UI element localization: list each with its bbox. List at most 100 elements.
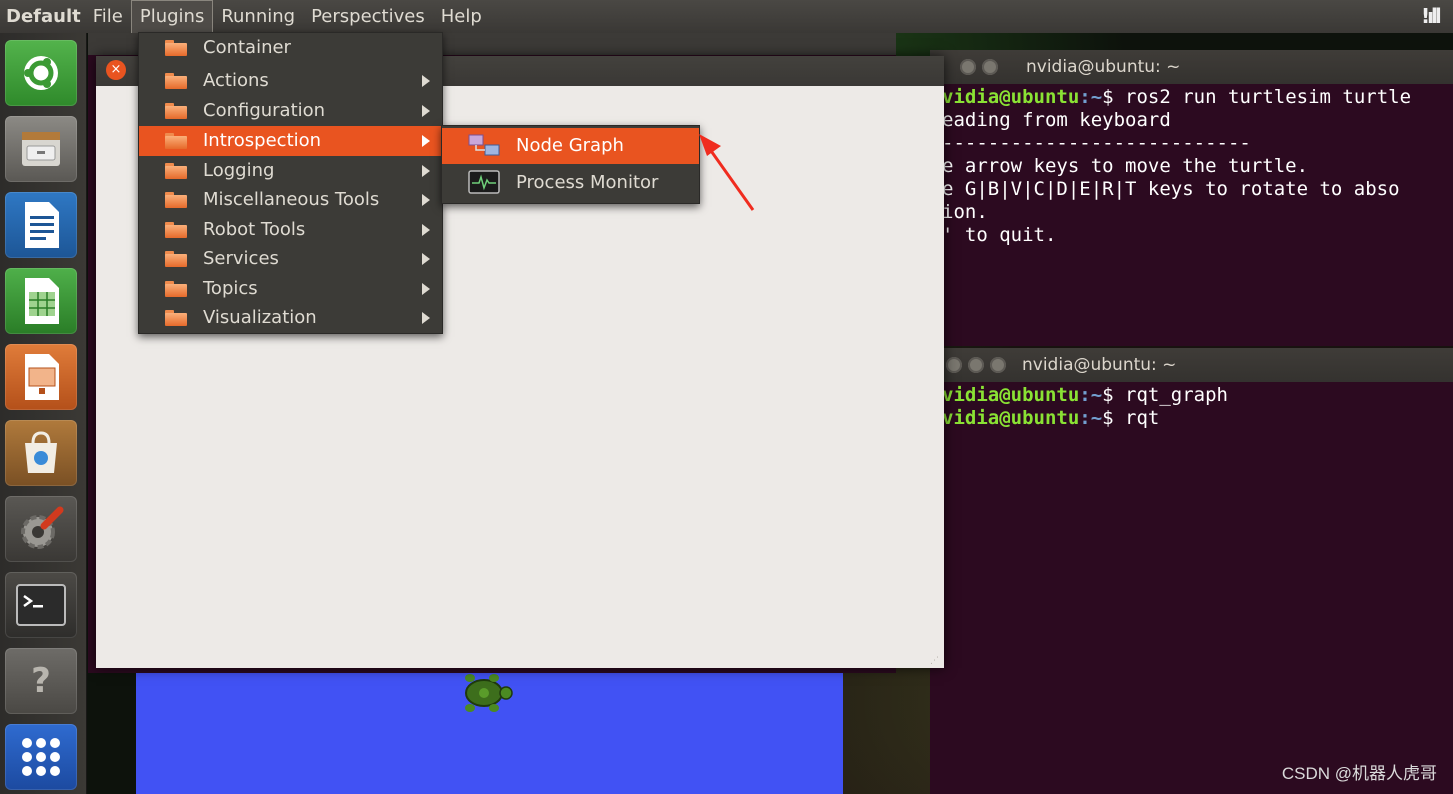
terminal-prompt: vidia@ubuntu (942, 86, 1080, 108)
close-button[interactable] (946, 357, 962, 373)
terminal-path: :~ (1079, 86, 1103, 108)
folder-icon (165, 73, 187, 89)
system-settings-icon[interactable] (5, 496, 77, 562)
submenu-arrow-icon (422, 194, 430, 206)
submenu-arrow-icon (422, 253, 430, 265)
submenu-arrow-icon (422, 105, 430, 117)
menu-item-label: Visualization (203, 307, 317, 328)
terminal-prompt: vidia@ubuntu (942, 407, 1080, 429)
menu-item-node-graph[interactable]: Node Graph (442, 128, 699, 164)
terminal-2-titlebar[interactable]: nvidia@ubuntu: ~ (930, 348, 1453, 382)
menu-item-configuration[interactable]: Configuration (139, 96, 442, 126)
folder-icon (165, 163, 187, 179)
terminal-line: ' to quit. (942, 224, 1057, 246)
menu-item-label: Actions (203, 70, 269, 91)
show-apps-icon[interactable] (5, 724, 77, 790)
folder-icon (165, 222, 187, 238)
menu-item-container[interactable]: Container (139, 33, 442, 63)
terminal-line: --------------------------- (942, 132, 1251, 154)
terminal-cmd: $ rqt_graph (1102, 384, 1229, 406)
menu-item-label: Introspection (203, 130, 322, 151)
maximize-button[interactable] (982, 59, 998, 75)
folder-icon (165, 251, 187, 267)
maximize-button[interactable] (990, 357, 1006, 373)
submenu-arrow-icon (422, 165, 430, 177)
process-monitor-icon (468, 170, 500, 194)
close-button[interactable]: × (106, 60, 126, 80)
terminal-line: ion. (942, 201, 988, 223)
unity-launcher: ? (0, 33, 87, 794)
submenu-arrow-icon (422, 283, 430, 295)
menu-item-miscellaneous-tools[interactable]: Miscellaneous Tools (139, 185, 442, 215)
folder-icon (165, 40, 187, 56)
menu-item-process-monitor[interactable]: Process Monitor (442, 166, 699, 200)
ubuntu-dash-icon[interactable] (5, 40, 77, 106)
menu-item-logging[interactable]: Logging (139, 156, 442, 186)
files-icon[interactable] (5, 116, 77, 182)
menu-item-label: Services (203, 248, 279, 269)
folder-icon (165, 133, 187, 149)
menu-file[interactable]: File (85, 0, 131, 33)
terminal-line: e arrow keys to move the turtle. (942, 155, 1309, 177)
turtlesim-canvas (136, 660, 843, 794)
folder-icon (165, 281, 187, 297)
menu-item-label: Miscellaneous Tools (203, 189, 380, 210)
terminal-line: vidia@ubuntu:~$ rqt_graph (942, 384, 1453, 407)
red-arrow-annotation (699, 134, 755, 211)
terminal-cmd: $ rqt (1102, 407, 1160, 429)
menu-item-label: Process Monitor (516, 172, 659, 193)
terminal-line: vidia@ubuntu:~$ ros2 run turtlesim turtl… (942, 86, 1453, 109)
menu-running[interactable]: Running (213, 0, 303, 33)
menu-item-label: Container (203, 37, 291, 58)
menu-item-services[interactable]: Services (139, 244, 442, 274)
menu-item-actions[interactable]: Actions (139, 66, 442, 96)
node-graph-icon (468, 134, 500, 156)
minimize-button[interactable] (960, 59, 976, 75)
terminal-path: :~ (1079, 407, 1103, 429)
menu-item-robot-tools[interactable]: Robot Tools (139, 215, 442, 245)
introspection-submenu: Node Graph Process Monitor (441, 125, 700, 204)
resize-grip-icon[interactable]: ⋰ (930, 656, 940, 666)
menu-item-visualization[interactable]: Visualization (139, 303, 442, 333)
folder-icon (165, 192, 187, 208)
terminal-1-body[interactable]: vidia@ubuntu:~$ ros2 run turtlesim turtl… (930, 84, 1453, 247)
folder-icon (165, 310, 187, 326)
menu-help[interactable]: Help (433, 0, 490, 33)
terminal-cmd: $ ros2 run turtlesim turtle (1102, 86, 1412, 108)
terminal-2-title: nvidia@ubuntu: ~ (1022, 355, 1177, 375)
submenu-arrow-icon (422, 75, 430, 87)
terminal-path: :~ (1079, 384, 1103, 406)
minimize-button[interactable] (968, 357, 984, 373)
terminal-window-1[interactable]: nvidia@ubuntu: ~ vidia@ubuntu:~$ ros2 ru… (930, 50, 1453, 346)
terminal-1-titlebar[interactable]: nvidia@ubuntu: ~ (930, 50, 1453, 84)
turtle-icon (465, 674, 513, 712)
top-menubar: Default File Plugins Running Perspective… (0, 0, 1453, 33)
menu-plugins[interactable]: Plugins (130, 0, 214, 33)
terminal-icon[interactable] (5, 572, 77, 638)
impress-icon[interactable] (5, 344, 77, 410)
menu-item-label: Configuration (203, 100, 326, 121)
software-center-icon[interactable] (5, 420, 77, 486)
terminal-line: e G|B|V|C|D|E|R|T keys to rotate to abso (942, 178, 1400, 200)
menu-perspectives[interactable]: Perspectives (303, 0, 433, 33)
submenu-arrow-icon (422, 312, 430, 324)
menu-item-label: Node Graph (516, 135, 624, 156)
terminal-prompt: vidia@ubuntu (942, 384, 1080, 406)
terminal-1-title: nvidia@ubuntu: ~ (1026, 57, 1181, 77)
submenu-arrow-icon (422, 135, 430, 147)
terminal-line: eading from keyboard (942, 109, 1171, 131)
writer-icon[interactable] (5, 192, 77, 258)
calc-icon[interactable] (5, 268, 77, 334)
menu-item-label: Topics (203, 278, 258, 299)
app-name: Default (6, 6, 81, 27)
network-indicator-icon[interactable]: !ıll (1421, 4, 1447, 28)
folder-icon (165, 103, 187, 119)
terminal-window-2[interactable]: nvidia@ubuntu: ~ vidia@ubuntu:~$ rqt_gra… (930, 348, 1453, 794)
terminal-2-body[interactable]: vidia@ubuntu:~$ rqt_graph vidia@ubuntu:~$… (930, 382, 1453, 430)
menu-item-topics[interactable]: Topics (139, 274, 442, 304)
menu-item-introspection[interactable]: Introspection (139, 126, 442, 156)
submenu-arrow-icon (422, 224, 430, 236)
terminal-line: vidia@ubuntu:~$ rqt (942, 407, 1453, 430)
plugins-menu: Container Actions Configuration Introspecti… (138, 32, 443, 334)
help-icon[interactable]: ? (5, 648, 77, 714)
